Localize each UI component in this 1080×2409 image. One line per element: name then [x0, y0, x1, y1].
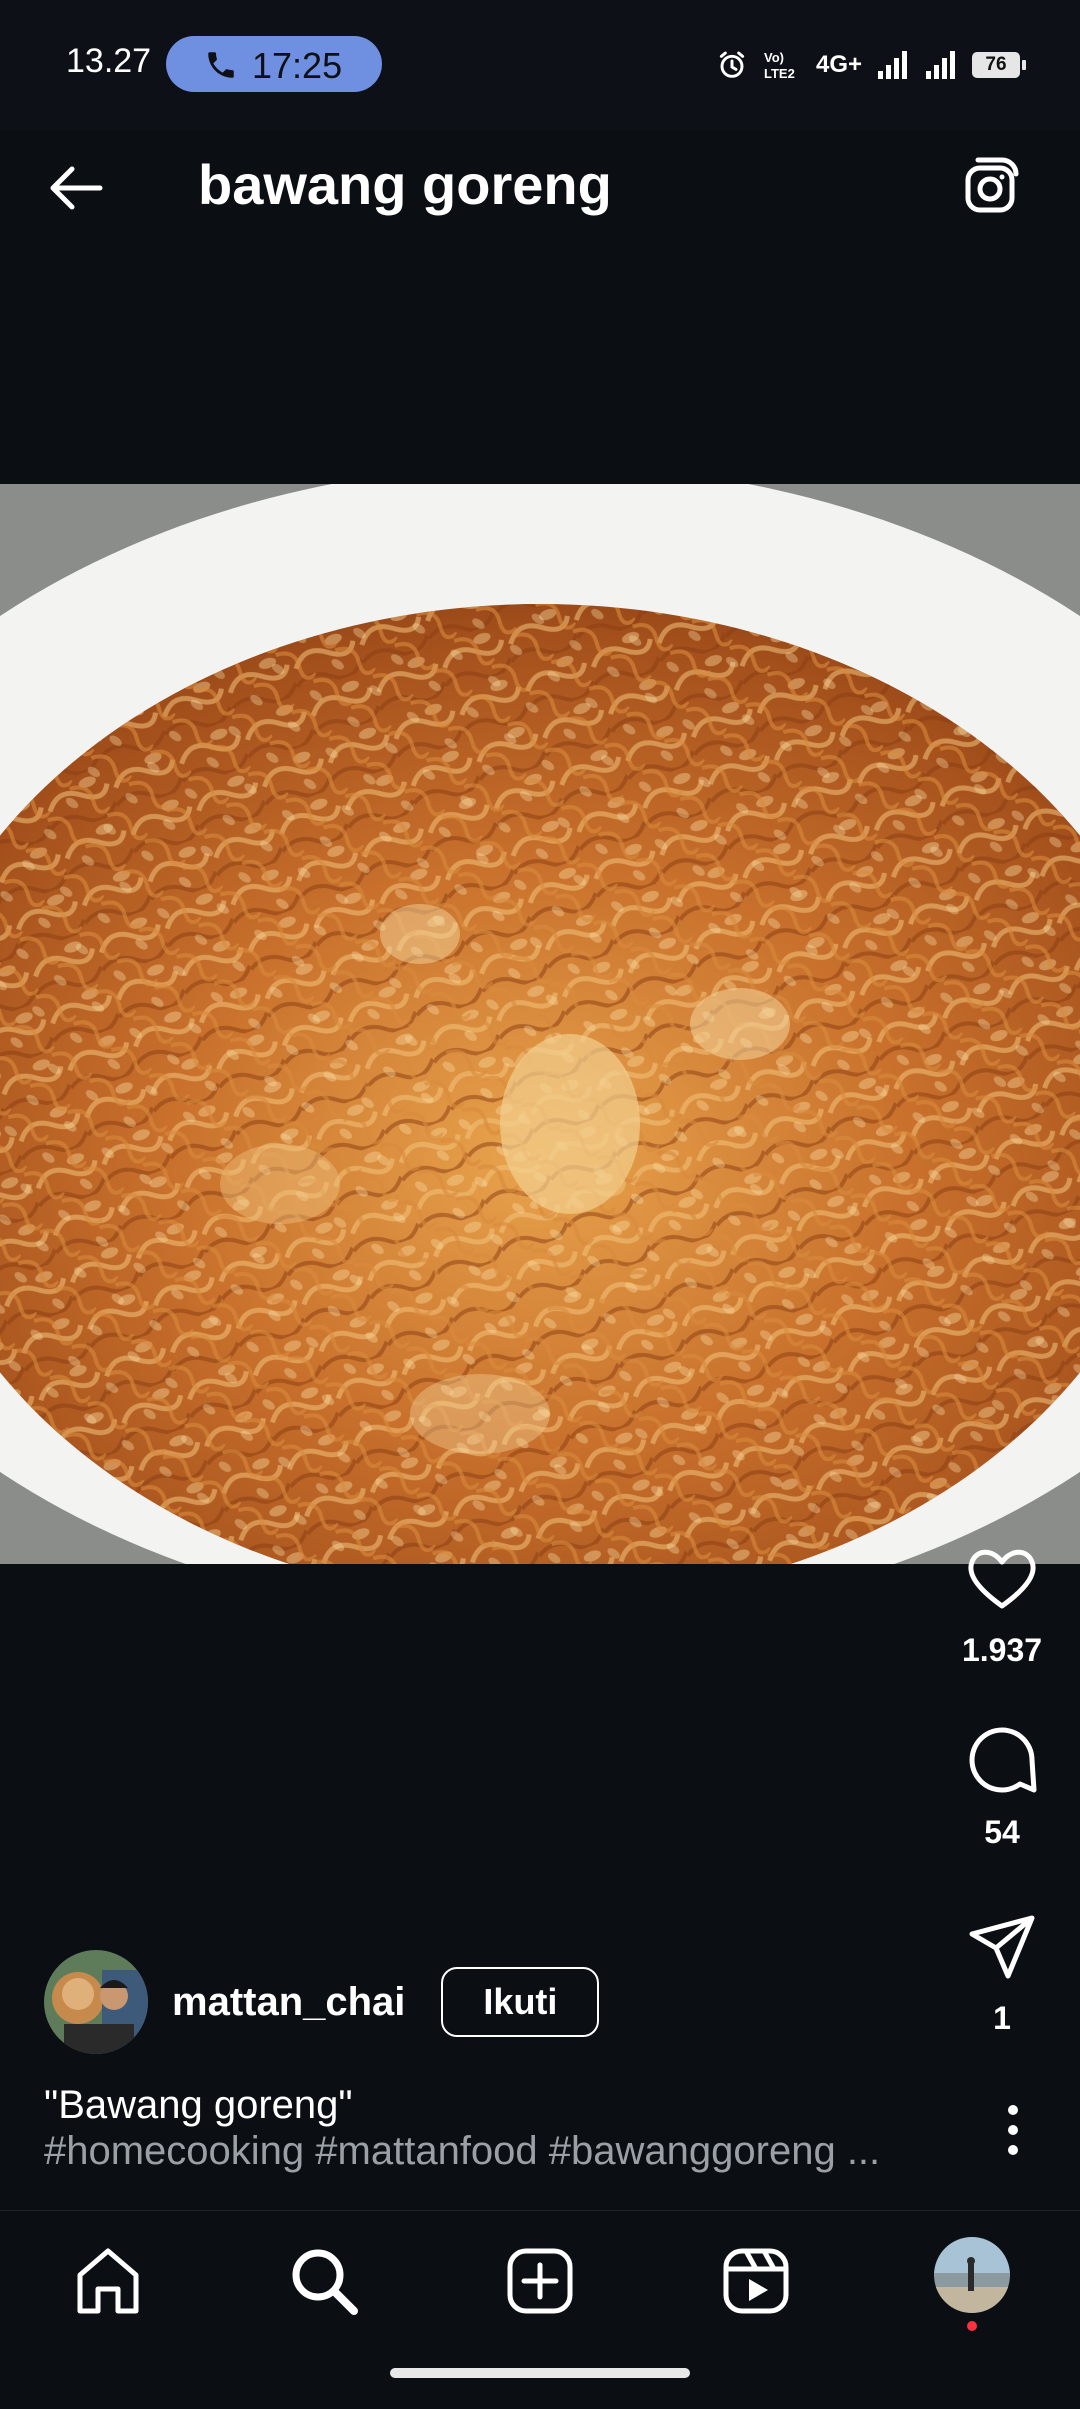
- page-title: bawang goreng: [198, 153, 612, 216]
- network-type: 4G+: [815, 51, 862, 78]
- top-bar: bawang goreng: [0, 130, 1080, 240]
- volte-icon: Vo) LTE2: [764, 50, 795, 81]
- caption-title: "Bawang goreng": [44, 2083, 353, 2127]
- send-icon[interactable]: [962, 1906, 1042, 1986]
- camera-icon[interactable]: [960, 150, 1028, 218]
- reels-icon[interactable]: [716, 2241, 796, 2321]
- comment-action[interactable]: 54: [942, 1720, 1062, 1851]
- ongoing-call-pill[interactable]: 17:25: [166, 36, 382, 92]
- alarm-icon: [719, 51, 745, 78]
- phone-icon: [208, 52, 234, 78]
- svg-text:LTE2: LTE2: [764, 66, 795, 81]
- profile-avatar[interactable]: [934, 2237, 1010, 2313]
- caption-hashtags[interactable]: #homecooking #mattanfood #bawanggoreng .…: [44, 2128, 924, 2174]
- signal-2-icon: [926, 51, 955, 79]
- add-post-icon[interactable]: [500, 2241, 580, 2321]
- like-action[interactable]: 1.937: [942, 1538, 1062, 1669]
- food-photo: [0, 484, 1080, 1564]
- post-image[interactable]: [0, 484, 1080, 1564]
- home-icon[interactable]: [68, 2241, 148, 2321]
- bottom-navigation: [0, 2210, 1080, 2409]
- comment-icon[interactable]: [962, 1720, 1042, 1800]
- comment-count: 54: [984, 1814, 1020, 1850]
- battery-indicator: 76: [972, 52, 1026, 78]
- share-count: 1: [993, 2000, 1011, 2036]
- status-time: 13.27: [66, 42, 152, 80]
- signal-1-icon: [878, 51, 907, 79]
- notification-dot: [967, 2321, 977, 2331]
- post-caption[interactable]: "Bawang goreng" #homecooking #mattanfood…: [44, 2082, 924, 2174]
- status-bar: 13.27 17:25 Vo) LTE2 4G+ 76: [0, 0, 1080, 130]
- search-icon[interactable]: [284, 2241, 364, 2321]
- svg-text:Vo): Vo): [764, 50, 784, 65]
- author-avatar[interactable]: [44, 1950, 148, 2054]
- call-timer: 17:25: [252, 45, 343, 86]
- back-arrow-icon[interactable]: [44, 156, 108, 220]
- profile-avatar-image: [934, 2237, 1010, 2313]
- author-row: mattan_chai Ikuti: [44, 1950, 600, 2054]
- like-count: 1.937: [961, 1632, 1043, 1668]
- avatar-image: [44, 1950, 148, 2054]
- status-icons: Vo) LTE2 4G+ 76: [716, 40, 1026, 90]
- heart-icon[interactable]: [962, 1538, 1042, 1618]
- home-indicator[interactable]: [390, 2368, 690, 2378]
- share-action[interactable]: 1: [942, 1906, 1062, 2037]
- follow-button[interactable]: Ikuti: [441, 1967, 600, 2037]
- more-options-icon[interactable]: [988, 2100, 1038, 2160]
- author-username[interactable]: mattan_chai: [172, 1980, 405, 2025]
